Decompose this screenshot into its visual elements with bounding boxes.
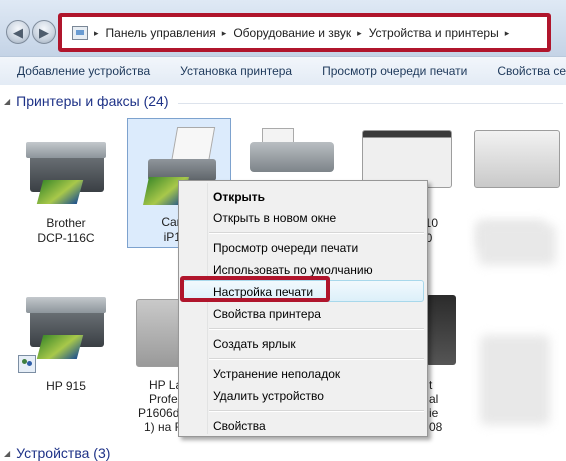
blurred-label — [478, 225, 556, 265]
control-panel-icon — [72, 26, 88, 40]
group-label: Принтеры и факсы (24) — [16, 93, 169, 109]
menu-gutter — [207, 183, 208, 434]
printer-icon — [246, 128, 336, 188]
device-label: ie — [429, 406, 439, 420]
device-hp-915[interactable]: HP 915 — [14, 285, 118, 395]
breadcrumb-separator: ▸ — [357, 27, 362, 38]
menu-separator — [209, 328, 424, 330]
back-arrow-icon: ◀ — [13, 24, 23, 40]
device-label: HP 915 — [46, 379, 86, 393]
group-header-printers[interactable]: ◢ Принтеры и факсы (24) — [4, 93, 168, 109]
menu-separator — [209, 232, 424, 234]
print-queue-button[interactable]: Просмотр очереди печати — [305, 64, 467, 78]
device-label: al — [429, 392, 439, 406]
context-menu: Открыть Открыть в новом окне Просмотр оч… — [178, 180, 428, 437]
breadcrumb-dropdown-arrow[interactable]: ▸ — [505, 28, 510, 39]
address-bar[interactable]: ▸ Панель управления ▸ Оборудование и зву… — [58, 13, 551, 52]
command-bar: Добавление устройства Установка принтера… — [0, 56, 566, 86]
menu-separator — [209, 410, 424, 412]
blurred-device — [480, 335, 550, 425]
collapse-triangle-icon: ◢ — [4, 96, 11, 106]
back-button[interactable]: ◀ — [6, 20, 30, 44]
shared-users-icon — [18, 355, 36, 373]
forward-arrow-icon: ▶ — [39, 24, 49, 40]
printer-icon — [470, 126, 562, 190]
device-brother[interactable]: Brother DCP-116C — [14, 120, 118, 250]
menu-item-create-shortcut[interactable]: Создать ярлык — [213, 337, 296, 351]
menu-item-troubleshoot[interactable]: Устранение неполадок — [213, 367, 340, 381]
breadcrumb-devices-printers[interactable]: Устройства и принтеры — [369, 26, 499, 40]
breadcrumb-control-panel[interactable]: Панель управления — [106, 26, 216, 40]
menu-item-printer-properties[interactable]: Свойства принтера — [213, 307, 321, 321]
server-properties-button[interactable]: Свойства сер — [480, 64, 566, 78]
menu-item-open-new-window[interactable]: Открыть в новом окне — [213, 211, 336, 225]
add-device-button[interactable]: Добавление устройства — [0, 64, 150, 78]
device-label: t — [429, 378, 433, 392]
printer-icon — [426, 295, 456, 365]
menu-item-set-default[interactable]: Использовать по умолчанию — [213, 263, 373, 277]
title-area: ◀ ▶ ▸ Панель управления ▸ Оборудование и… — [0, 0, 566, 56]
menu-item-open[interactable]: Открыть — [213, 190, 265, 204]
highlight-frame — [180, 276, 330, 302]
breadcrumb-separator: ▸ — [94, 27, 99, 38]
add-printer-button[interactable]: Установка принтера — [163, 64, 292, 78]
forward-button[interactable]: ▶ — [32, 20, 56, 44]
group-divider — [178, 103, 563, 104]
group-header-devices[interactable]: ◢ Устройства (3) — [4, 445, 110, 461]
group-label: Устройства (3) — [16, 445, 111, 461]
menu-item-properties[interactable]: Свойства — [213, 419, 266, 433]
device-label: 08 — [429, 420, 443, 434]
collapse-triangle-icon: ◢ — [4, 448, 11, 458]
device-label: Brother — [46, 216, 86, 230]
menu-separator — [209, 358, 424, 360]
device-label: DCP-116C — [37, 231, 95, 245]
menu-item-remove-device[interactable]: Удалить устройство — [213, 389, 324, 403]
breadcrumb-separator: ▸ — [221, 27, 227, 38]
breadcrumb-hardware-sound[interactable]: Оборудование и звук — [233, 26, 351, 40]
menu-item-print-queue[interactable]: Просмотр очереди печати — [213, 241, 358, 255]
printer-icon — [20, 134, 110, 212]
